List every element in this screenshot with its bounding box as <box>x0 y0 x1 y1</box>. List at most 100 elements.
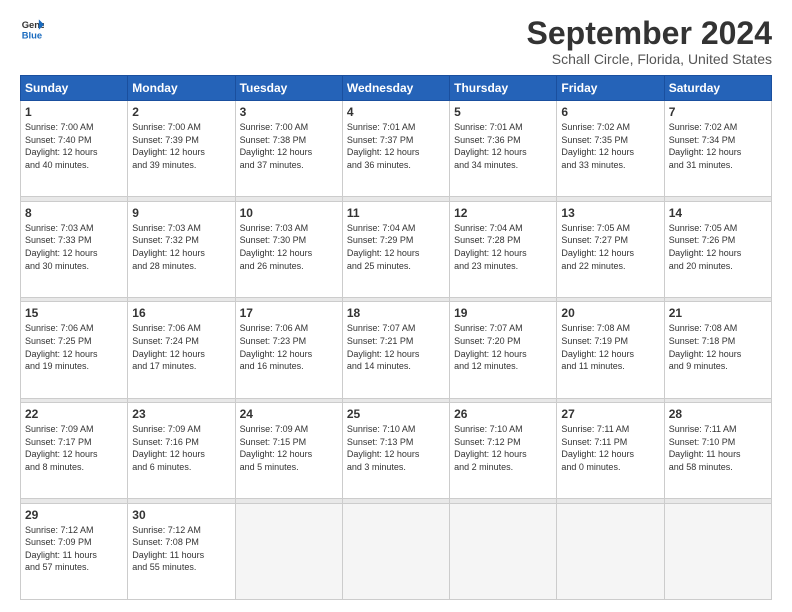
day-number: 17 <box>240 306 338 320</box>
table-row: 28 Sunrise: 7:11 AM Sunset: 7:10 PM Dayli… <box>664 403 771 499</box>
day-number: 5 <box>454 105 552 119</box>
day-info: Sunrise: 7:03 AM Sunset: 7:33 PM Dayligh… <box>25 222 123 272</box>
day-info: Sunrise: 7:00 AM Sunset: 7:38 PM Dayligh… <box>240 121 338 171</box>
day-number: 6 <box>561 105 659 119</box>
day-info: Sunrise: 7:04 AM Sunset: 7:28 PM Dayligh… <box>454 222 552 272</box>
day-info: Sunrise: 7:10 AM Sunset: 7:13 PM Dayligh… <box>347 423 445 473</box>
table-row: 9 Sunrise: 7:03 AM Sunset: 7:32 PM Daylig… <box>128 201 235 297</box>
day-number: 10 <box>240 206 338 220</box>
table-row: 25 Sunrise: 7:10 AM Sunset: 7:13 PM Dayli… <box>342 403 449 499</box>
day-info: Sunrise: 7:09 AM Sunset: 7:16 PM Dayligh… <box>132 423 230 473</box>
day-number: 11 <box>347 206 445 220</box>
table-row: 29 Sunrise: 7:12 AM Sunset: 7:09 PM Dayli… <box>21 503 128 599</box>
header-row: Sunday Monday Tuesday Wednesday Thursday… <box>21 76 772 101</box>
table-row: 26 Sunrise: 7:10 AM Sunset: 7:12 PM Dayli… <box>450 403 557 499</box>
table-row <box>342 503 449 599</box>
day-number: 20 <box>561 306 659 320</box>
day-info: Sunrise: 7:11 AM Sunset: 7:10 PM Dayligh… <box>669 423 767 473</box>
day-info: Sunrise: 7:12 AM Sunset: 7:08 PM Dayligh… <box>132 524 230 574</box>
calendar-week-row: 15 Sunrise: 7:06 AM Sunset: 7:25 PM Dayli… <box>21 302 772 398</box>
table-row: 6 Sunrise: 7:02 AM Sunset: 7:35 PM Daylig… <box>557 101 664 197</box>
col-sunday: Sunday <box>21 76 128 101</box>
day-number: 18 <box>347 306 445 320</box>
table-row: 19Sunrise: 7:07 AM Sunset: 7:20 PM Dayli… <box>450 302 557 398</box>
day-number: 29 <box>25 508 123 522</box>
day-number: 27 <box>561 407 659 421</box>
day-info: Sunrise: 7:03 AM Sunset: 7:30 PM Dayligh… <box>240 222 338 272</box>
day-info: Sunrise: 7:03 AM Sunset: 7:32 PM Dayligh… <box>132 222 230 272</box>
table-row: 3 Sunrise: 7:00 AM Sunset: 7:38 PM Daylig… <box>235 101 342 197</box>
day-number: 21 <box>669 306 767 320</box>
table-row: 13 Sunrise: 7:05 AM Sunset: 7:27 PM Dayli… <box>557 201 664 297</box>
col-wednesday: Wednesday <box>342 76 449 101</box>
day-info: Sunrise: 7:09 AM Sunset: 7:15 PM Dayligh… <box>240 423 338 473</box>
logo: General Blue <box>20 16 44 40</box>
calendar-week-row: 8Sunrise: 7:03 AM Sunset: 7:33 PM Daylig… <box>21 201 772 297</box>
table-row: 23 Sunrise: 7:09 AM Sunset: 7:16 PM Dayli… <box>128 403 235 499</box>
location: Schall Circle, Florida, United States <box>527 51 772 67</box>
day-number: 24 <box>240 407 338 421</box>
day-info: Sunrise: 7:06 AM Sunset: 7:24 PM Dayligh… <box>132 322 230 372</box>
day-info: Sunrise: 7:01 AM Sunset: 7:37 PM Dayligh… <box>347 121 445 171</box>
day-number: 3 <box>240 105 338 119</box>
day-number: 7 <box>669 105 767 119</box>
day-info: Sunrise: 7:10 AM Sunset: 7:12 PM Dayligh… <box>454 423 552 473</box>
day-info: Sunrise: 7:08 AM Sunset: 7:19 PM Dayligh… <box>561 322 659 372</box>
day-info: Sunrise: 7:06 AM Sunset: 7:25 PM Dayligh… <box>25 322 123 372</box>
day-number: 4 <box>347 105 445 119</box>
svg-text:Blue: Blue <box>22 29 42 40</box>
table-row: 5 Sunrise: 7:01 AM Sunset: 7:36 PM Daylig… <box>450 101 557 197</box>
table-row: 24 Sunrise: 7:09 AM Sunset: 7:15 PM Dayli… <box>235 403 342 499</box>
day-info: Sunrise: 7:07 AM Sunset: 7:21 PM Dayligh… <box>347 322 445 372</box>
calendar-week-row: 22Sunrise: 7:09 AM Sunset: 7:17 PM Dayli… <box>21 403 772 499</box>
table-row: 27 Sunrise: 7:11 AM Sunset: 7:11 PM Dayli… <box>557 403 664 499</box>
day-number: 13 <box>561 206 659 220</box>
day-number: 9 <box>132 206 230 220</box>
day-info: Sunrise: 7:12 AM Sunset: 7:09 PM Dayligh… <box>25 524 123 574</box>
day-number: 26 <box>454 407 552 421</box>
day-info: Sunrise: 7:05 AM Sunset: 7:26 PM Dayligh… <box>669 222 767 272</box>
title-block: September 2024 Schall Circle, Florida, U… <box>527 16 772 67</box>
month-title: September 2024 <box>527 16 772 51</box>
table-row: 16 Sunrise: 7:06 AM Sunset: 7:24 PM Dayli… <box>128 302 235 398</box>
day-info: Sunrise: 7:07 AM Sunset: 7:20 PM Dayligh… <box>454 322 552 372</box>
day-number: 23 <box>132 407 230 421</box>
day-number: 25 <box>347 407 445 421</box>
table-row: 10 Sunrise: 7:03 AM Sunset: 7:30 PM Dayli… <box>235 201 342 297</box>
day-number: 28 <box>669 407 767 421</box>
page: General Blue September 2024 Schall Circl… <box>0 0 792 612</box>
day-info: Sunrise: 7:00 AM Sunset: 7:40 PM Dayligh… <box>25 121 123 171</box>
table-row: 14 Sunrise: 7:05 AM Sunset: 7:26 PM Dayli… <box>664 201 771 297</box>
day-info: Sunrise: 7:02 AM Sunset: 7:35 PM Dayligh… <box>561 121 659 171</box>
table-row: 4 Sunrise: 7:01 AM Sunset: 7:37 PM Daylig… <box>342 101 449 197</box>
day-number: 16 <box>132 306 230 320</box>
table-row: 1Sunrise: 7:00 AM Sunset: 7:40 PM Daylig… <box>21 101 128 197</box>
calendar: Sunday Monday Tuesday Wednesday Thursday… <box>20 75 772 600</box>
day-info: Sunrise: 7:01 AM Sunset: 7:36 PM Dayligh… <box>454 121 552 171</box>
col-saturday: Saturday <box>664 76 771 101</box>
table-row: 30 Sunrise: 7:12 AM Sunset: 7:08 PM Dayli… <box>128 503 235 599</box>
day-info: Sunrise: 7:06 AM Sunset: 7:23 PM Dayligh… <box>240 322 338 372</box>
col-thursday: Thursday <box>450 76 557 101</box>
day-number: 14 <box>669 206 767 220</box>
table-row: 18 Sunrise: 7:07 AM Sunset: 7:21 PM Dayli… <box>342 302 449 398</box>
day-number: 12 <box>454 206 552 220</box>
col-monday: Monday <box>128 76 235 101</box>
day-number: 30 <box>132 508 230 522</box>
table-row: 15 Sunrise: 7:06 AM Sunset: 7:25 PM Dayli… <box>21 302 128 398</box>
table-row: 17 Sunrise: 7:06 AM Sunset: 7:23 PM Dayli… <box>235 302 342 398</box>
table-row: 21Sunrise: 7:08 AM Sunset: 7:18 PM Dayli… <box>664 302 771 398</box>
day-info: Sunrise: 7:11 AM Sunset: 7:11 PM Dayligh… <box>561 423 659 473</box>
day-info: Sunrise: 7:05 AM Sunset: 7:27 PM Dayligh… <box>561 222 659 272</box>
day-info: Sunrise: 7:02 AM Sunset: 7:34 PM Dayligh… <box>669 121 767 171</box>
table-row: 2Sunrise: 7:00 AM Sunset: 7:39 PM Daylig… <box>128 101 235 197</box>
table-row <box>235 503 342 599</box>
day-info: Sunrise: 7:09 AM Sunset: 7:17 PM Dayligh… <box>25 423 123 473</box>
table-row: 8Sunrise: 7:03 AM Sunset: 7:33 PM Daylig… <box>21 201 128 297</box>
calendar-week-row: 29 Sunrise: 7:12 AM Sunset: 7:09 PM Dayli… <box>21 503 772 599</box>
logo-icon: General Blue <box>20 16 44 40</box>
table-row <box>450 503 557 599</box>
table-row: 12 Sunrise: 7:04 AM Sunset: 7:28 PM Dayli… <box>450 201 557 297</box>
day-number: 15 <box>25 306 123 320</box>
header: General Blue September 2024 Schall Circl… <box>20 16 772 67</box>
